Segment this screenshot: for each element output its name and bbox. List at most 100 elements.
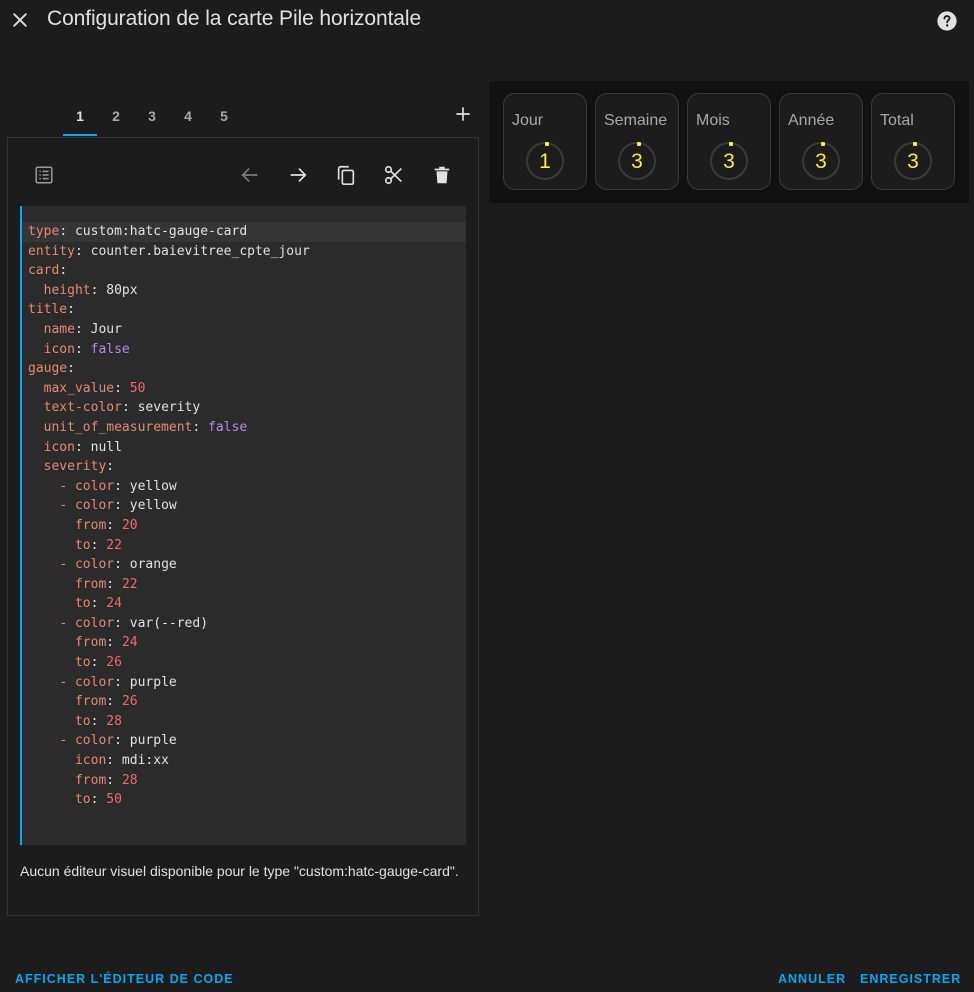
code-line[interactable]: 20 to: 24	[22, 594, 466, 614]
help-circle-icon[interactable]	[935, 9, 959, 33]
yaml-code-editor[interactable]: 1type: custom:hatc-gauge-card2entity: co…	[20, 206, 466, 845]
gauge-indicator	[637, 142, 641, 146]
code-line[interactable]: 24 - color: purple	[22, 673, 466, 693]
code-token: 28	[121, 772, 138, 788]
code-token: false	[208, 419, 248, 435]
code-line[interactable]: 7 icon: false	[22, 340, 466, 360]
code-token: 50	[106, 792, 122, 808]
code-line[interactable]: 30 to: 50	[22, 790, 466, 810]
tab-5[interactable]: 5	[206, 96, 242, 136]
tab-3[interactable]: 3	[134, 96, 170, 136]
code-line[interactable]: 16 from: 20	[22, 516, 466, 536]
code-line[interactable]: 3card:	[22, 261, 466, 281]
code-line[interactable]: 27 - color: purple	[22, 731, 466, 751]
gauge-card-name: Jour	[512, 112, 544, 129]
code-token: 20	[121, 517, 138, 533]
code-token: icon	[43, 439, 75, 455]
gauge-value: 1	[539, 150, 551, 173]
cut-icon[interactable]	[381, 162, 407, 188]
code-token: unit_of_measurement	[43, 419, 193, 435]
gauge-ring: 3	[802, 142, 840, 180]
card-config-dialog: Configuration de la carte Pile horizonta…	[0, 0, 974, 992]
code-line[interactable]: 18 - color: orange	[22, 555, 466, 575]
code-line[interactable]: 28 icon: mdi:xx	[22, 751, 466, 771]
code-line[interactable]: 11 unit_of_measurement: false	[22, 418, 466, 438]
code-line[interactable]: 6 name: Jour	[22, 320, 466, 340]
gauge-indicator	[821, 142, 825, 146]
code-token: 24	[106, 596, 122, 612]
code-line[interactable]: 13 severity:	[22, 457, 466, 477]
code-line[interactable]: 15 - color: yellow	[22, 496, 466, 516]
code-text: - color: orange	[28, 555, 176, 575]
gauge-card[interactable]: Total 3	[871, 93, 955, 190]
code-text: from: 22	[28, 575, 138, 595]
code-text: - color: purple	[28, 673, 177, 693]
code-line[interactable]: 12 icon: null	[22, 438, 466, 458]
code-token: from	[74, 635, 107, 651]
copy-icon[interactable]	[333, 162, 359, 188]
code-line[interactable]: 21 - color: var(--red)	[22, 614, 466, 634]
delete-icon[interactable]	[429, 162, 455, 188]
code-line[interactable]: 17 to: 22	[22, 536, 466, 556]
code-line[interactable]: 25 from: 26	[22, 692, 466, 712]
code-token: 50	[129, 380, 146, 396]
code-token: -	[59, 733, 75, 749]
tab-4[interactable]: 4	[170, 96, 206, 136]
code-token: :	[67, 361, 75, 377]
code-line[interactable]: 23 to: 26	[22, 653, 466, 673]
code-text: from: 26	[28, 692, 138, 712]
code-token: :	[90, 596, 107, 612]
code-token: to	[74, 655, 91, 671]
code-token: : purple	[114, 674, 177, 690]
arrow-left-icon[interactable]	[237, 162, 263, 188]
code-line[interactable]: 29 from: 28	[22, 771, 466, 791]
plus-icon[interactable]	[451, 102, 475, 126]
code-text: height: 80px	[28, 281, 138, 301]
code-line[interactable]: 4 height: 80px	[22, 281, 466, 301]
tab-1[interactable]: 1	[62, 96, 98, 136]
close-icon[interactable]	[6, 6, 34, 34]
show-code-editor-button[interactable]: AFFICHER L'ÉDITEUR DE CODE	[15, 972, 234, 986]
code-line[interactable]: 2entity: counter.baievitree_cpte_jour	[22, 242, 466, 262]
code-line[interactable]: 9 max_value: 50	[22, 379, 466, 399]
code-token: :	[59, 263, 68, 279]
gauge-indicator	[729, 142, 733, 146]
code-line[interactable]: 26 to: 28	[22, 712, 466, 732]
save-button[interactable]: ENREGISTRER	[860, 972, 961, 986]
code-token: color	[74, 615, 115, 631]
cancel-button[interactable]: ANNULER	[778, 972, 846, 986]
gauge-card[interactable]: Année 3	[779, 93, 863, 190]
code-line[interactable]: 31	[22, 810, 466, 830]
code-line[interactable]: 8gauge:	[22, 359, 466, 379]
gauge-card[interactable]: Semaine 3	[595, 93, 679, 190]
code-token: entity	[28, 243, 75, 259]
code-text: to: 26	[28, 653, 122, 673]
tab-2[interactable]: 2	[98, 96, 134, 136]
code-token: color	[74, 674, 115, 690]
code-token: icon	[43, 341, 75, 357]
code-token: :	[74, 341, 91, 357]
list-icon[interactable]	[31, 162, 57, 188]
gauge-card[interactable]: Mois 3	[687, 93, 771, 190]
code-line[interactable]: 5title:	[22, 300, 466, 320]
arrow-right-icon[interactable]	[285, 162, 311, 188]
code-token: max_value	[43, 380, 115, 396]
gauge-ring: 3	[618, 142, 656, 180]
code-line[interactable]: 22 from: 24	[22, 633, 466, 653]
gauge-card[interactable]: Jour 1	[503, 93, 587, 190]
code-line[interactable]: 10 text-color: severity	[22, 398, 466, 418]
code-line[interactable]: 1type: custom:hatc-gauge-card	[22, 222, 466, 242]
card-tabs: 1 2 3 4 5	[62, 96, 242, 138]
code-line[interactable]: 14 - color: yellow	[22, 477, 466, 497]
code-token: :	[106, 635, 122, 651]
code-text: - color: purple	[28, 731, 176, 751]
code-line[interactable]: 19 from: 22	[22, 575, 466, 595]
code-token: : severity	[121, 400, 201, 416]
